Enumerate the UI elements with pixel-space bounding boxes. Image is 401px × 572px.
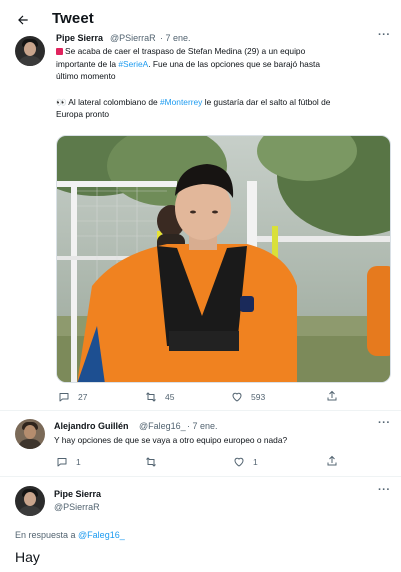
- reply-button[interactable]: 1: [56, 456, 81, 468]
- author-name[interactable]: Pipe Sierra: [56, 33, 103, 43]
- alert-flag-icon: [56, 48, 63, 55]
- reply-icon: [57, 458, 67, 467]
- replier-avatar[interactable]: [15, 419, 45, 449]
- tweet-photo[interactable]: [56, 135, 391, 383]
- author-handle[interactable]: @PSierraR: [110, 33, 156, 43]
- divider: [0, 410, 401, 411]
- heart-icon: [232, 392, 242, 402]
- reply-target-link[interactable]: @Faleg16_: [78, 530, 125, 540]
- reply-count: 27: [78, 392, 88, 402]
- replying-to: En respuesta a @Faleg16_: [15, 530, 125, 540]
- like-count: 593: [251, 392, 266, 402]
- more-options-icon[interactable]: ···: [378, 484, 391, 496]
- reply-icon: [59, 393, 69, 402]
- retweet-count: 45: [165, 392, 175, 402]
- replier-handle[interactable]: @Faleg16_: [139, 421, 186, 431]
- share-icon: [327, 390, 337, 401]
- author-avatar[interactable]: [15, 36, 45, 66]
- reply-count: 1: [76, 457, 81, 467]
- hashtag-seriea[interactable]: #SerieA: [118, 59, 148, 69]
- compose-author-handle[interactable]: @PSierraR: [54, 502, 100, 512]
- back-button[interactable]: [12, 9, 34, 31]
- like-button[interactable]: 593: [231, 391, 265, 403]
- page-title: Tweet: [52, 10, 94, 27]
- reply-button[interactable]: 27: [58, 391, 87, 403]
- retweet-icon: [146, 392, 156, 402]
- share-button[interactable]: [326, 390, 338, 402]
- hashtag-monterrey[interactable]: #Monterrey: [160, 97, 202, 107]
- like-button[interactable]: 1: [233, 456, 258, 468]
- share-button[interactable]: [326, 455, 338, 467]
- more-options-icon[interactable]: ···: [378, 29, 391, 41]
- share-icon: [327, 455, 337, 466]
- compose-avatar[interactable]: [15, 486, 45, 516]
- tweet-date[interactable]: · 7 ene.: [160, 33, 191, 43]
- heart-icon: [234, 457, 244, 467]
- arrow-left-icon: [18, 15, 28, 25]
- tweet-text: Se acaba de caer el traspaso de Stefan M…: [56, 46, 331, 119]
- compose-author-name[interactable]: Pipe Sierra: [54, 489, 101, 499]
- retweet-button[interactable]: 45: [145, 391, 174, 403]
- like-count: 1: [253, 457, 258, 467]
- reply-input[interactable]: Hay: [15, 549, 40, 565]
- retweet-icon: [146, 457, 156, 467]
- retweet-button[interactable]: [145, 456, 157, 468]
- more-options-icon[interactable]: ···: [378, 417, 391, 429]
- football-player-photo: [57, 136, 390, 382]
- divider: [0, 476, 401, 477]
- replier-name[interactable]: Alejandro Guillén: [54, 421, 129, 431]
- reply-text: Y hay opciones de que se vaya a otro equ…: [54, 435, 288, 445]
- reply-date[interactable]: · 7 ene.: [187, 421, 218, 431]
